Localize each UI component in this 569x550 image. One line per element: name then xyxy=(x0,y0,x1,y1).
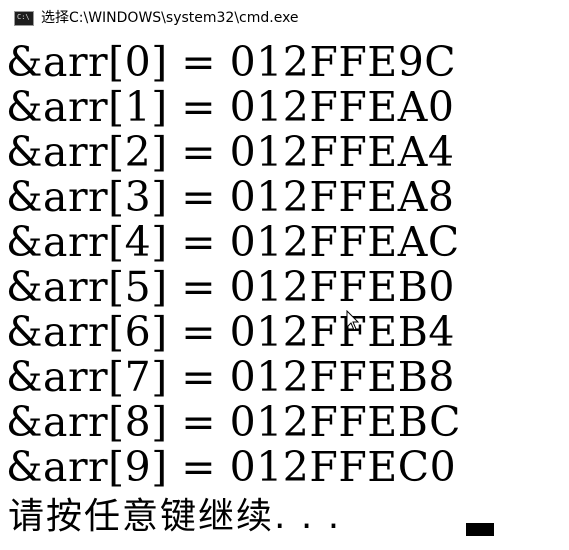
console-line: &arr[0] = 012FFE9C xyxy=(6,38,457,86)
console-line: &arr[5] = 012FFEB0 xyxy=(6,263,455,311)
console-line: &arr[2] = 012FFEA4 xyxy=(6,128,455,176)
console-line: &arr[7] = 012FFEB8 xyxy=(6,353,455,401)
console-output[interactable]: &arr[0] = 012FFE9C &arr[1] = 012FFEA0 &a… xyxy=(6,40,566,548)
mouse-pointer-icon xyxy=(346,310,360,331)
text-cursor xyxy=(466,523,494,536)
console-line: &arr[8] = 012FFEBC xyxy=(6,398,461,446)
window-title: 选择C:\WINDOWS\system32\cmd.exe xyxy=(41,10,299,26)
title-bar[interactable]: C:\ 选择C:\WINDOWS\system32\cmd.exe xyxy=(0,0,569,34)
console-line: &arr[1] = 012FFEA0 xyxy=(6,83,455,131)
cmd-console-icon[interactable]: C:\ xyxy=(14,11,34,26)
press-any-key-prompt: 请按任意键继续. . . xyxy=(8,496,342,537)
cmd-window: C:\ 选择C:\WINDOWS\system32\cmd.exe &arr[0… xyxy=(0,0,569,550)
console-line: &arr[9] = 012FFEC0 xyxy=(6,443,457,491)
console-line: &arr[3] = 012FFEA8 xyxy=(6,173,455,221)
console-line: &arr[6] = 012FFEB4 xyxy=(6,308,455,356)
console-line: &arr[4] = 012FFEAC xyxy=(6,218,460,266)
window-frame-edge xyxy=(0,34,3,550)
